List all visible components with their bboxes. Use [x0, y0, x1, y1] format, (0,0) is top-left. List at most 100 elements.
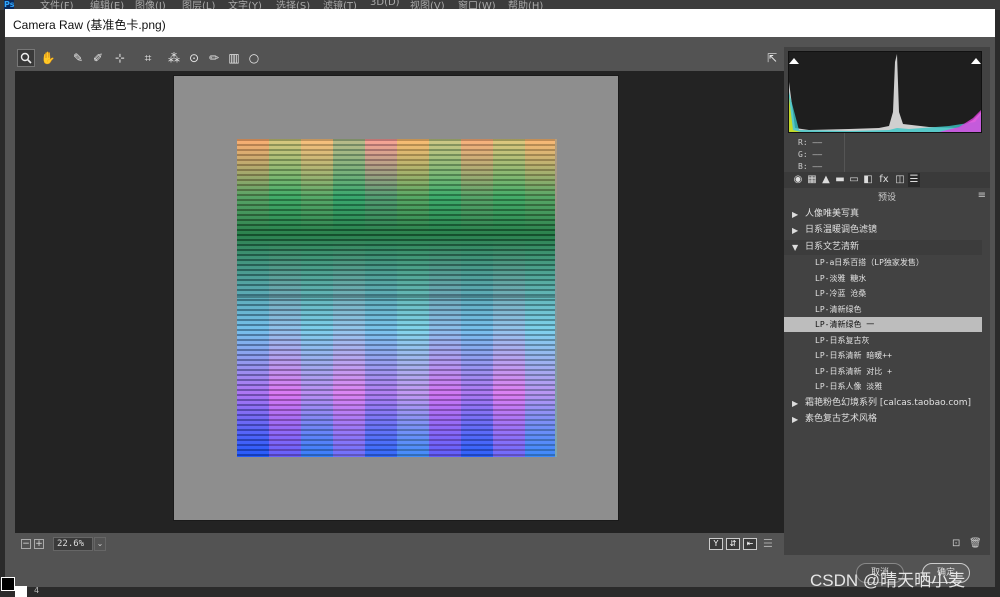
radial-filter-tool-button[interactable]: ○ — [245, 49, 263, 67]
preset-group[interactable]: ▶ 素色复古艺术风格 — [784, 412, 982, 427]
zoom-level-field[interactable]: 22.6% — [53, 537, 93, 551]
fullscreen-toggle-button[interactable]: ⇱ — [763, 49, 781, 67]
preset-item[interactable]: LP-日系人像 淡雅 — [784, 379, 982, 394]
right-panel: R: —— G: —— B: —— ◉ ▦ ▲ ▬ ▭ ◧ fx ◫ ☰ 预设 … — [784, 47, 990, 555]
shadow-clipping-icon — [789, 58, 799, 64]
red-eye-tool-button[interactable]: ⊙ — [185, 49, 203, 67]
hand-tool-button[interactable]: ✋ — [39, 49, 57, 67]
image-preview-area[interactable] — [15, 71, 785, 533]
curve-icon: ▦ — [807, 174, 817, 185]
preset-item[interactable]: LP-日系清新 暗暖++ — [784, 348, 982, 363]
chevron-down-icon: ⌄ — [96, 539, 104, 548]
white-balance-tool-button[interactable]: ✎ — [69, 49, 87, 67]
background-color-swatch[interactable] — [15, 586, 27, 597]
g-value: —— — [812, 150, 823, 159]
hand-icon: ✋ — [40, 51, 56, 65]
chart-column — [333, 139, 365, 457]
tab-presets[interactable]: ☰ — [908, 173, 920, 187]
radial-filter-icon: ○ — [248, 51, 260, 65]
magnifier-icon — [20, 52, 32, 64]
b-label: B: — [798, 162, 808, 171]
target-adjust-icon: ⊹ — [114, 51, 126, 65]
preset-item[interactable]: LP-日系复古灰 — [784, 333, 982, 348]
zoom-dropdown-button[interactable]: ⌄ — [94, 537, 106, 551]
tab-lens[interactable]: ◧ — [862, 173, 874, 187]
chart-column — [269, 139, 301, 457]
dialog-titlebar: Camera Raw (基准色卡.png) — [5, 9, 995, 37]
tab-split-toning[interactable]: ▭ — [848, 173, 860, 187]
panel-bottom-bar: ⊡ 🗑 — [784, 535, 990, 555]
split-toning-icon: ▭ — [849, 174, 859, 185]
g-label: G: — [798, 150, 808, 159]
chart-column — [461, 139, 493, 457]
status-bar: − + 22.6% ⌄ Y ⇵ ⇤ ☰ — [15, 535, 785, 553]
color-sampler-tool-button[interactable]: ✐ — [89, 49, 107, 67]
chart-divider — [237, 296, 555, 298]
preset-item[interactable]: LP-冷蓝 沧桑 — [784, 286, 982, 301]
panel-title: 预设 — [877, 193, 896, 203]
spot-removal-tool-button[interactable]: ⁂ — [165, 49, 183, 67]
dialog-title: Camera Raw (基准色卡.png) — [13, 18, 166, 32]
b-value: —— — [812, 162, 823, 171]
calibration-icon: ◫ — [895, 174, 905, 185]
zoom-tool-button[interactable] — [17, 49, 35, 67]
triangle-right-icon: ▶ — [792, 399, 799, 408]
before-after-view-button[interactable]: Y — [709, 538, 723, 550]
preset-item[interactable]: LP-清新绿色 — [784, 302, 982, 317]
preset-group[interactable]: ▶ 霜艳粉色幻境系列 [calcas.taobao.com] — [784, 396, 982, 411]
targeted-adjustment-tool-button[interactable]: ⊹ — [111, 49, 129, 67]
chart-column — [525, 139, 557, 457]
presets-icon: ☰ — [909, 174, 919, 185]
detail-icon: ▲ — [822, 174, 830, 185]
fx-icon: fx — [879, 174, 889, 185]
zoom-in-button[interactable]: + — [34, 539, 44, 549]
image-canvas[interactable] — [173, 75, 619, 521]
tab-tone-curve[interactable]: ▦ — [806, 173, 818, 187]
preset-item[interactable]: LP-日系清新 对比 + — [784, 364, 982, 379]
tab-calibration[interactable]: ◫ — [894, 173, 906, 187]
tab-effects[interactable]: fx — [878, 173, 890, 187]
preset-group[interactable]: ▼ 日系文艺清新 — [784, 240, 982, 255]
chart-column — [365, 139, 397, 457]
panel-tabs: ◉ ▦ ▲ ▬ ▭ ◧ fx ◫ ☰ — [784, 172, 990, 188]
adjustment-brush-tool-button[interactable]: ✏ — [205, 49, 223, 67]
tab-detail[interactable]: ▲ — [820, 173, 832, 187]
watermark-text: CSDN @晴天晒小麦 — [810, 571, 966, 590]
preset-item[interactable]: LP-淡雅 糖水 — [784, 271, 982, 286]
hsl-icon: ▬ — [835, 174, 845, 185]
lens-icon: ◧ — [863, 174, 873, 185]
copy-settings-button[interactable]: ⇤ — [743, 538, 757, 550]
crop-icon: ⌗ — [144, 50, 152, 65]
spot-removal-icon: ⁂ — [168, 51, 180, 65]
menu-3d[interactable]: 3D(D) — [370, 0, 400, 8]
preset-item[interactable]: LP-a日系百搭（LP独家发售） — [784, 255, 982, 270]
rgb-values: R: —— G: —— B: —— — [798, 137, 822, 173]
tab-hsl[interactable]: ▬ — [834, 173, 846, 187]
trash-icon[interactable]: 🗑 — [969, 539, 982, 549]
red-eye-icon: ⊙ — [188, 51, 200, 65]
panel-menu-icon[interactable]: ≡ — [978, 190, 986, 201]
tab-basic[interactable]: ◉ — [792, 173, 804, 187]
highlight-clipping-icon — [971, 58, 981, 64]
camera-raw-dialog: Camera Raw (基准色卡.png) ✋ ✎ ✐ ⊹ ⌗ ⁂ ⊙ ✏ ▥ … — [5, 9, 995, 587]
chart-column — [397, 139, 429, 457]
preset-item-selected[interactable]: LP-清新绿色 一 — [784, 317, 982, 332]
crop-tool-button[interactable]: ⌗ — [139, 49, 157, 67]
preview-settings-icon[interactable]: ☰ — [763, 537, 773, 550]
graduated-filter-icon: ▥ — [228, 51, 240, 65]
chart-column — [301, 139, 333, 457]
preset-group[interactable]: ▶ 日系温暖调色滤镜 — [784, 223, 982, 238]
aperture-icon: ◉ — [793, 174, 803, 185]
triangle-right-icon: ▶ — [792, 226, 799, 235]
graduated-filter-tool-button[interactable]: ▥ — [225, 49, 243, 67]
r-label: R: — [798, 138, 808, 147]
histogram-graph — [789, 54, 981, 132]
foreground-color-swatch[interactable] — [1, 577, 15, 591]
zoom-out-button[interactable]: − — [21, 539, 31, 549]
swap-settings-button[interactable]: ⇵ — [726, 538, 740, 550]
chart-column — [429, 139, 461, 457]
preset-group[interactable]: ▶ 人像唯美写真 — [784, 207, 982, 222]
histogram — [788, 51, 982, 133]
color-chart-image — [237, 139, 557, 457]
new-preset-icon[interactable]: ⊡ — [952, 539, 962, 549]
